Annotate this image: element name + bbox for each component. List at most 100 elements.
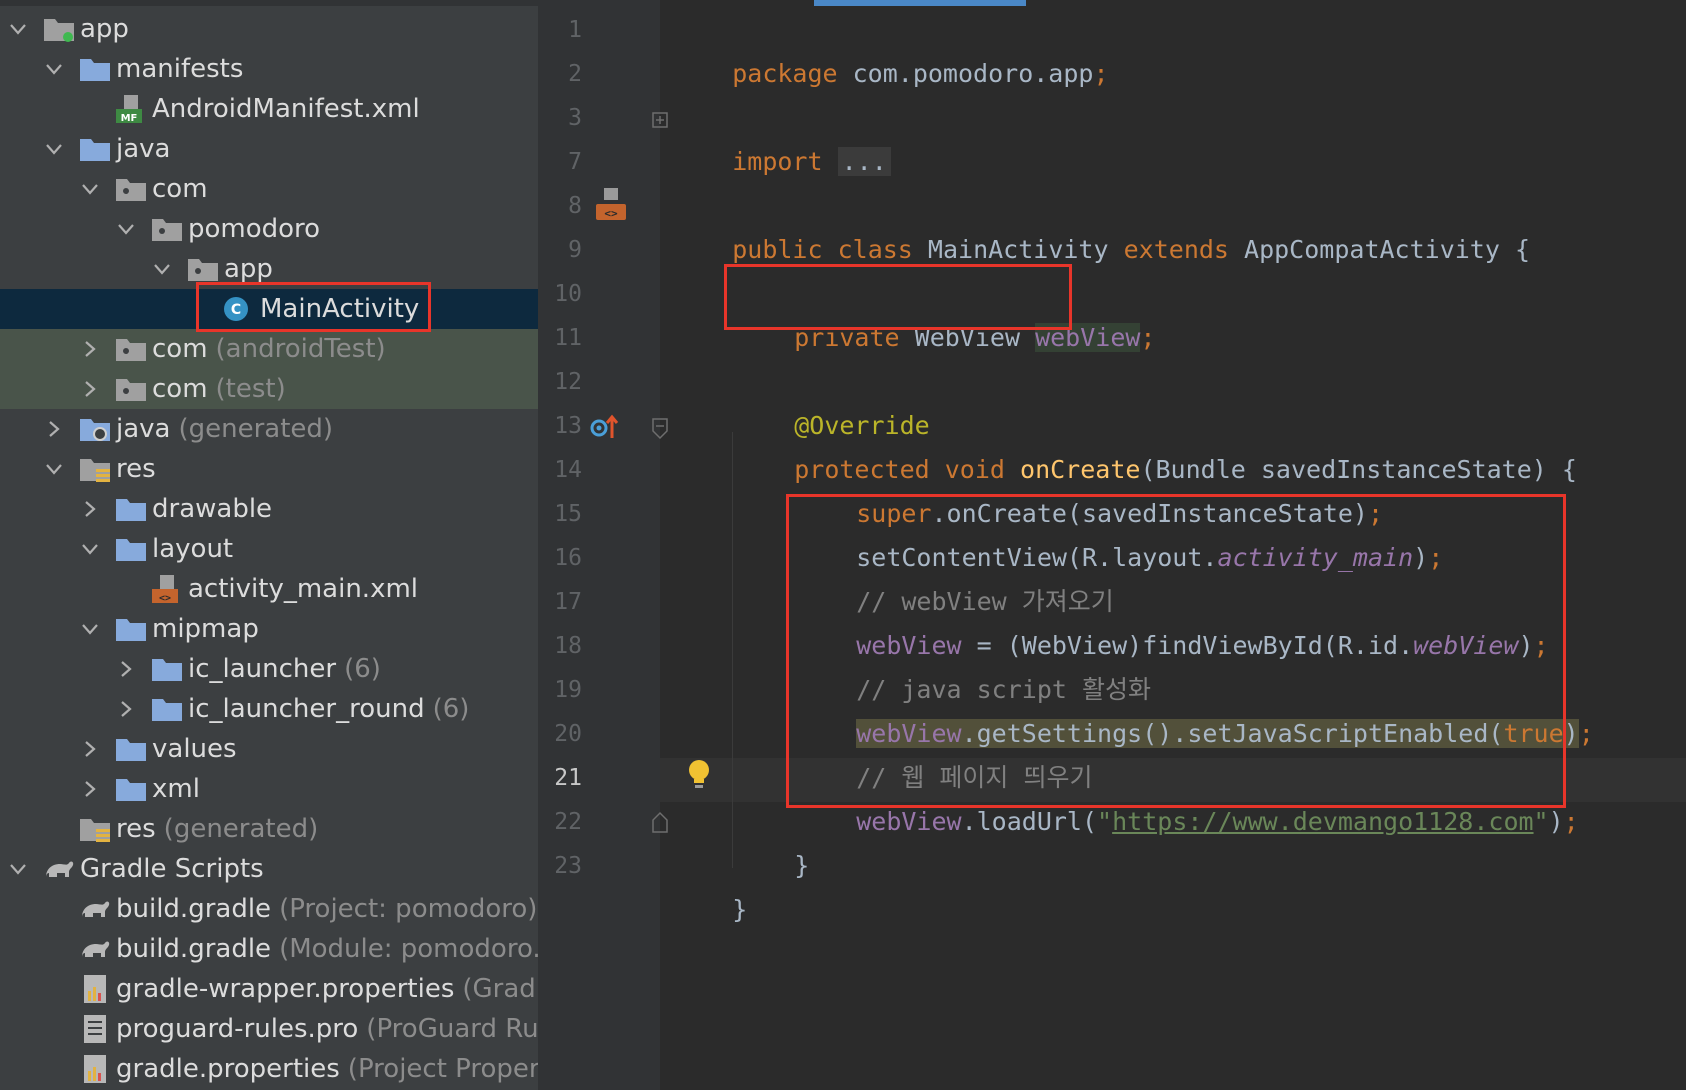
tree-item[interactable]: xml — [0, 769, 538, 809]
fold-method-end-icon[interactable] — [652, 811, 668, 833]
lightbulb-intention-icon[interactable] — [686, 758, 712, 792]
svg-text:C: C — [231, 302, 241, 318]
code-line-22[interactable]: } — [734, 800, 809, 880]
tree-item-label: AndroidManifest.xml — [152, 89, 420, 129]
chevron-down-icon[interactable] — [80, 179, 100, 199]
keyword: import — [732, 147, 823, 176]
code-line-1[interactable]: package com.pomodoro.app; — [672, 8, 1108, 88]
tree-item-name: java — [116, 134, 171, 164]
tree-item-name: mipmap — [152, 614, 259, 644]
chevron-down-icon[interactable] — [44, 459, 64, 479]
tree-item[interactable]: res — [0, 449, 538, 489]
chevron-down-icon[interactable] — [80, 619, 100, 639]
semicolon: ; — [1563, 807, 1579, 836]
tree-item-name: gradle.properties — [116, 1054, 340, 1084]
folded-imports[interactable]: ... — [837, 147, 891, 176]
tree-item-suffix: (6) — [432, 694, 470, 724]
code-line-8[interactable]: public class MainActivity extends AppCom… — [672, 184, 1530, 264]
chevron-right-icon[interactable] — [80, 739, 100, 759]
code-line-16[interactable]: // webView 가져오기 — [796, 536, 1114, 616]
chevron-down-icon[interactable] — [44, 59, 64, 79]
chevron-right-icon[interactable] — [80, 339, 100, 359]
code-line-12[interactable]: @Override — [734, 360, 929, 440]
chevron-right-icon[interactable] — [80, 779, 100, 799]
generated-folder-icon — [78, 415, 112, 443]
tree-item[interactable]: ic_launcher (6) — [0, 649, 538, 689]
tree-item-label: ic_launcher_round (6) — [188, 689, 469, 729]
properties-file-icon — [78, 975, 112, 1003]
tree-item[interactable]: gradle.properties (Project Propert — [0, 1049, 538, 1089]
override-method-marker-icon[interactable] — [590, 412, 624, 442]
code-line-20[interactable]: // 웹 페이지 띄우기 — [796, 712, 1092, 792]
tree-item[interactable]: com — [0, 169, 538, 209]
code-line-23[interactable]: } — [672, 844, 747, 924]
tree-item-label: pomodoro — [188, 209, 320, 249]
tree-item-name: com — [152, 174, 208, 204]
code-line-13[interactable]: protected void onCreate(Bundle savedInst… — [734, 404, 1577, 484]
chevron-down-icon[interactable] — [80, 539, 100, 559]
tree-item-name: com — [152, 334, 208, 364]
code-line-3[interactable]: import ... — [672, 96, 891, 176]
tree-item[interactable]: build.gradle (Project: pomodoro) — [0, 889, 538, 929]
code-line-18[interactable]: // java script 활성화 — [796, 624, 1151, 704]
chevron-right-icon[interactable] — [116, 699, 136, 719]
chevron-right-icon[interactable] — [80, 379, 100, 399]
chevron-down-icon[interactable] — [8, 19, 28, 39]
chevron-down-icon[interactable] — [116, 219, 136, 239]
tree-item[interactable]: proguard-rules.pro(ProGuard Rule — [0, 1009, 538, 1049]
tree-item[interactable]: MF AndroidManifest.xml — [0, 89, 538, 129]
chevron-right-icon[interactable] — [44, 419, 64, 439]
tree-item[interactable]: build.gradle (Module: pomodoro.a — [0, 929, 538, 969]
tree-item[interactable]: java (generated) — [0, 409, 538, 449]
code-line-15[interactable]: setContentView(R.layout.activity_main); — [796, 492, 1443, 572]
tree-item[interactable]: app — [0, 9, 538, 49]
tree-item[interactable]: values — [0, 729, 538, 769]
chevron-down-icon[interactable] — [8, 859, 28, 879]
tree-item-label: gradle.properties (Project Propert — [116, 1049, 538, 1089]
url-link[interactable]: https://www.devmango1128.com — [1112, 807, 1533, 836]
tree-item[interactable]: manifests — [0, 49, 538, 89]
code-line-17[interactable]: webView = (WebView)findViewById(R.id.web… — [796, 580, 1548, 660]
chevron-down-icon[interactable] — [44, 139, 64, 159]
fold-method-start-icon[interactable] — [652, 418, 668, 440]
tree-item-suffix: (Gradle — [462, 974, 538, 1004]
chevron-right-icon[interactable] — [116, 659, 136, 679]
tree-item[interactable]: Gradle Scripts — [0, 849, 538, 889]
code-line-14[interactable]: super.onCreate(savedInstanceState); — [796, 448, 1383, 528]
semicolon: ; — [1578, 719, 1594, 748]
svg-text:<>: <> — [604, 207, 618, 220]
keyword: private — [794, 323, 900, 352]
tree-item[interactable]: app — [0, 249, 538, 289]
layout-file-icon: <> — [150, 575, 184, 604]
class-icon: C — [222, 295, 256, 323]
line-number: 9 — [568, 237, 582, 263]
tree-item[interactable]: java — [0, 129, 538, 169]
tree-item-label: build.gradle (Module: pomodoro.a — [116, 929, 538, 969]
tree-item[interactable]: <> activity_main.xml — [0, 569, 538, 609]
tree-item[interactable]: com (androidTest) — [0, 329, 538, 369]
tree-item[interactable]: layout — [0, 529, 538, 569]
fold-import-icon[interactable] — [652, 112, 668, 128]
code-line-19[interactable]: webView.getSettings().setJavaScriptEnabl… — [796, 668, 1594, 748]
line-number: 15 — [554, 501, 582, 527]
tree-item[interactable]: mipmap — [0, 609, 538, 649]
code-line-21[interactable]: webView.loadUrl("https://www.devmango112… — [796, 756, 1579, 836]
tree-item[interactable]: res (generated) — [0, 809, 538, 849]
tree-item[interactable]: ic_launcher_round (6) — [0, 689, 538, 729]
tree-item[interactable]: drawable — [0, 489, 538, 529]
tree-item[interactable]: gradle-wrapper.properties(Gradle — [0, 969, 538, 1009]
chevron-right-icon[interactable] — [80, 499, 100, 519]
tree-item-name: res — [116, 814, 156, 844]
code-line-10[interactable]: private WebView webView; — [734, 272, 1155, 352]
code-editor[interactable]: 1 2 3 7 8 9 10 11 12 13 14 15 16 17 18 19 20 21 22 23 <> pa… — [538, 0, 1686, 1090]
tree-item-label: res (generated) — [116, 809, 318, 849]
tree-item-name: app — [80, 14, 129, 44]
tree-item[interactable]: com (test) — [0, 369, 538, 409]
tree-item-suffix: (Project Propert — [347, 1054, 538, 1084]
chevron-down-icon[interactable] — [152, 259, 172, 279]
project-tool-window: app manifests MF AndroidManifest.xml java com… — [0, 0, 538, 1090]
tree-item-name: java — [116, 414, 171, 444]
layout-file-marker-icon[interactable]: <> — [594, 186, 628, 222]
tree-item[interactable]: pomodoro — [0, 209, 538, 249]
tree-item[interactable]: C MainActivity — [0, 289, 538, 329]
